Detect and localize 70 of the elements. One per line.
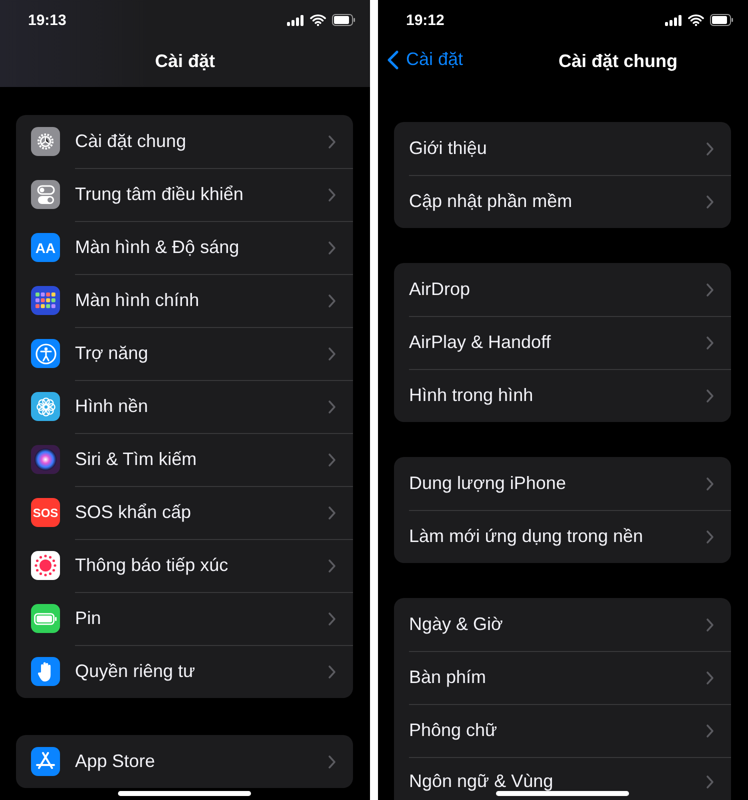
setting-label[interactable]: Pin bbox=[75, 608, 328, 629]
setting-label[interactable]: Ngày & Giờ bbox=[409, 614, 706, 635]
back-button[interactable]: Cài đặt bbox=[387, 49, 464, 70]
chevron-icon bbox=[706, 282, 714, 296]
battery-status-icon bbox=[710, 14, 734, 26]
chevron-icon bbox=[328, 400, 336, 414]
dots-ring-icon bbox=[31, 551, 60, 580]
setting-label[interactable]: Trung tâm điều khiển bbox=[75, 184, 328, 205]
chevron-icon bbox=[328, 452, 336, 466]
setting-label[interactable]: Quyền riêng tư bbox=[75, 661, 328, 682]
chevron-icon bbox=[328, 346, 336, 360]
setting-label[interactable]: Hình nền bbox=[75, 396, 328, 417]
setting-label[interactable]: Giới thiệu bbox=[409, 138, 706, 159]
toggles-icon bbox=[31, 180, 60, 209]
setting-label[interactable]: SOS khẩn cấp bbox=[75, 502, 328, 523]
setting-label[interactable]: Siri & Tìm kiếm bbox=[75, 449, 328, 470]
chevron-icon bbox=[328, 240, 336, 254]
signal-icon bbox=[665, 14, 682, 26]
chevron-icon bbox=[328, 558, 336, 572]
hand-icon bbox=[31, 657, 60, 686]
grid-icon bbox=[31, 286, 60, 315]
orb-icon bbox=[31, 445, 60, 474]
chevron-icon bbox=[706, 670, 714, 684]
accessibility-icon bbox=[31, 339, 60, 368]
setting-label[interactable]: Màn hình & Độ sáng bbox=[75, 237, 328, 258]
screen-title: Cài đặt bbox=[154, 51, 215, 72]
chevron-icon bbox=[328, 294, 336, 308]
signal-icon bbox=[287, 14, 304, 26]
chevron-icon bbox=[706, 530, 714, 544]
chevron-icon bbox=[706, 618, 714, 632]
battery-status-icon bbox=[332, 14, 356, 26]
setting-label[interactable]: Thông báo tiếp xúc bbox=[75, 555, 328, 576]
chevron-icon bbox=[328, 188, 336, 202]
chevron-icon bbox=[328, 664, 336, 678]
chevron-icon bbox=[328, 134, 336, 148]
setting-label[interactable]: Dung lượng iPhone bbox=[409, 473, 706, 494]
setting-label[interactable]: Phông chữ bbox=[409, 720, 706, 741]
chevron-icon bbox=[328, 754, 336, 768]
chevron-icon bbox=[706, 476, 714, 490]
setting-label[interactable]: Trợ năng bbox=[75, 343, 328, 364]
setting-label[interactable]: Cài đặt chung bbox=[75, 131, 328, 152]
chevron-icon bbox=[706, 775, 714, 789]
screen-title: Cài đặt chung bbox=[558, 51, 678, 72]
back-chevron-icon bbox=[387, 50, 399, 70]
setting-label[interactable]: AirPlay & Handoff bbox=[409, 332, 706, 353]
setting-label[interactable]: Làm mới ứng dụng trong nền bbox=[409, 526, 706, 547]
flower-icon bbox=[31, 392, 60, 421]
chevron-icon bbox=[328, 506, 336, 520]
chevron-icon bbox=[706, 194, 714, 208]
chevron-icon bbox=[706, 336, 714, 350]
battery-icon bbox=[31, 604, 60, 633]
setting-label[interactable]: Cập nhật phần mềm bbox=[409, 191, 706, 212]
wifi-icon bbox=[310, 14, 326, 26]
setting-label[interactable]: App Store bbox=[75, 751, 328, 772]
wifi-icon bbox=[688, 14, 704, 26]
chevron-icon bbox=[706, 724, 714, 738]
setting-label[interactable]: Màn hình chính bbox=[75, 290, 328, 311]
status-time: 19:12 bbox=[406, 12, 444, 28]
app-store-icon bbox=[31, 747, 60, 776]
chevron-icon bbox=[328, 612, 336, 626]
setting-label[interactable]: AirDrop bbox=[409, 279, 706, 300]
setting-label[interactable]: Hình trong hình bbox=[409, 385, 706, 406]
sos-icon: SOS bbox=[31, 498, 60, 527]
text-size-icon: AA bbox=[31, 233, 60, 262]
chevron-icon bbox=[706, 388, 714, 402]
chevron-icon bbox=[706, 142, 714, 156]
status-time: 19:13 bbox=[28, 12, 66, 28]
setting-label[interactable]: Ngôn ngữ & Vùng bbox=[409, 771, 706, 792]
setting-label[interactable]: Bàn phím bbox=[409, 667, 706, 688]
gear-icon bbox=[31, 127, 60, 156]
